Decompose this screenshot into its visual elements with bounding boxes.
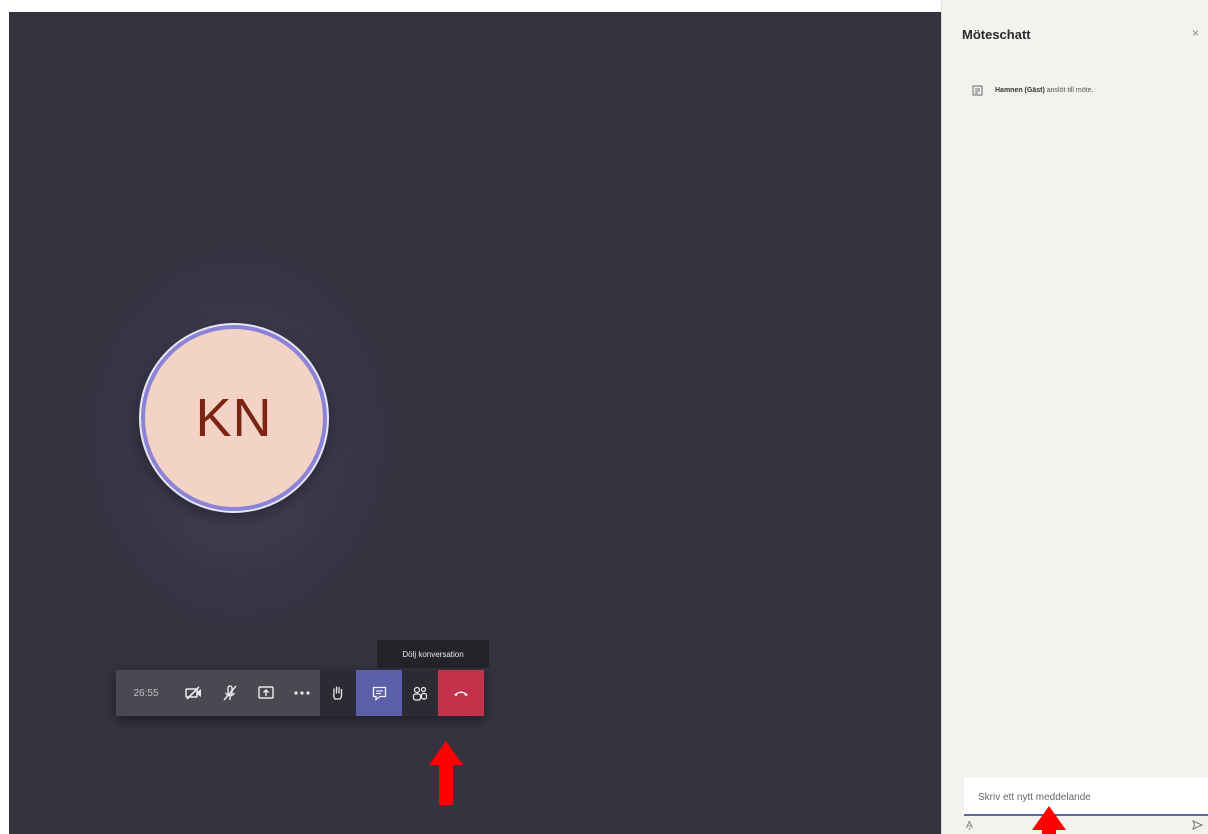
event-participant-name: Hamnen (Gäst) — [995, 87, 1045, 94]
camera-toggle-button[interactable] — [176, 670, 212, 716]
share-screen-icon — [258, 686, 274, 699]
chat-icon — [372, 686, 386, 701]
share-screen-button[interactable] — [248, 670, 284, 716]
chat-title: Möteschatt — [962, 27, 1031, 42]
annotation-arrow-compose — [1032, 806, 1066, 834]
mic-off-icon — [223, 685, 237, 701]
meeting-chat-panel: Möteschatt × Hamnen (Gäst) anslöt till m… — [941, 0, 1208, 834]
chat-event-text: Hamnen (Gäst) anslöt till möte. — [995, 87, 1093, 94]
participant-avatar: KN — [141, 325, 327, 511]
hide-conversation-tooltip: Dölj konversation — [377, 640, 489, 668]
hang-up-icon — [454, 691, 468, 696]
message-input[interactable]: Skriv ett nytt meddelande — [978, 792, 1091, 803]
annotation-arrow-toolbar — [429, 741, 463, 805]
compose-box[interactable]: Skriv ett nytt meddelande — [964, 778, 1208, 816]
camera-off-icon — [185, 686, 201, 700]
avatar-initials: KN — [195, 388, 273, 448]
more-options-icon — [294, 691, 310, 695]
call-timer: 26:55 — [133, 687, 159, 699]
format-icon[interactable]: A̧ — [966, 820, 973, 831]
mic-toggle-button[interactable] — [212, 670, 248, 716]
call-toolbar: 26:55 — [116, 670, 484, 716]
send-icon[interactable] — [1192, 820, 1203, 830]
chat-event-join: Hamnen (Gäst) anslöt till möte. — [972, 85, 1093, 96]
join-event-icon — [972, 85, 983, 96]
participants-icon — [412, 686, 428, 701]
hang-up-button[interactable] — [438, 670, 484, 716]
participants-button[interactable] — [402, 670, 438, 716]
toolbar-main-group: 26:55 — [116, 670, 320, 716]
conversation-toggle-button[interactable] — [356, 670, 402, 716]
event-action: anslöt till möte. — [1046, 87, 1094, 94]
raise-hand-button[interactable] — [320, 670, 356, 716]
toolbar-secondary-group — [320, 670, 438, 716]
more-options-button[interactable] — [284, 670, 320, 716]
raise-hand-icon — [333, 686, 343, 700]
close-chat-button[interactable]: × — [1192, 26, 1199, 40]
